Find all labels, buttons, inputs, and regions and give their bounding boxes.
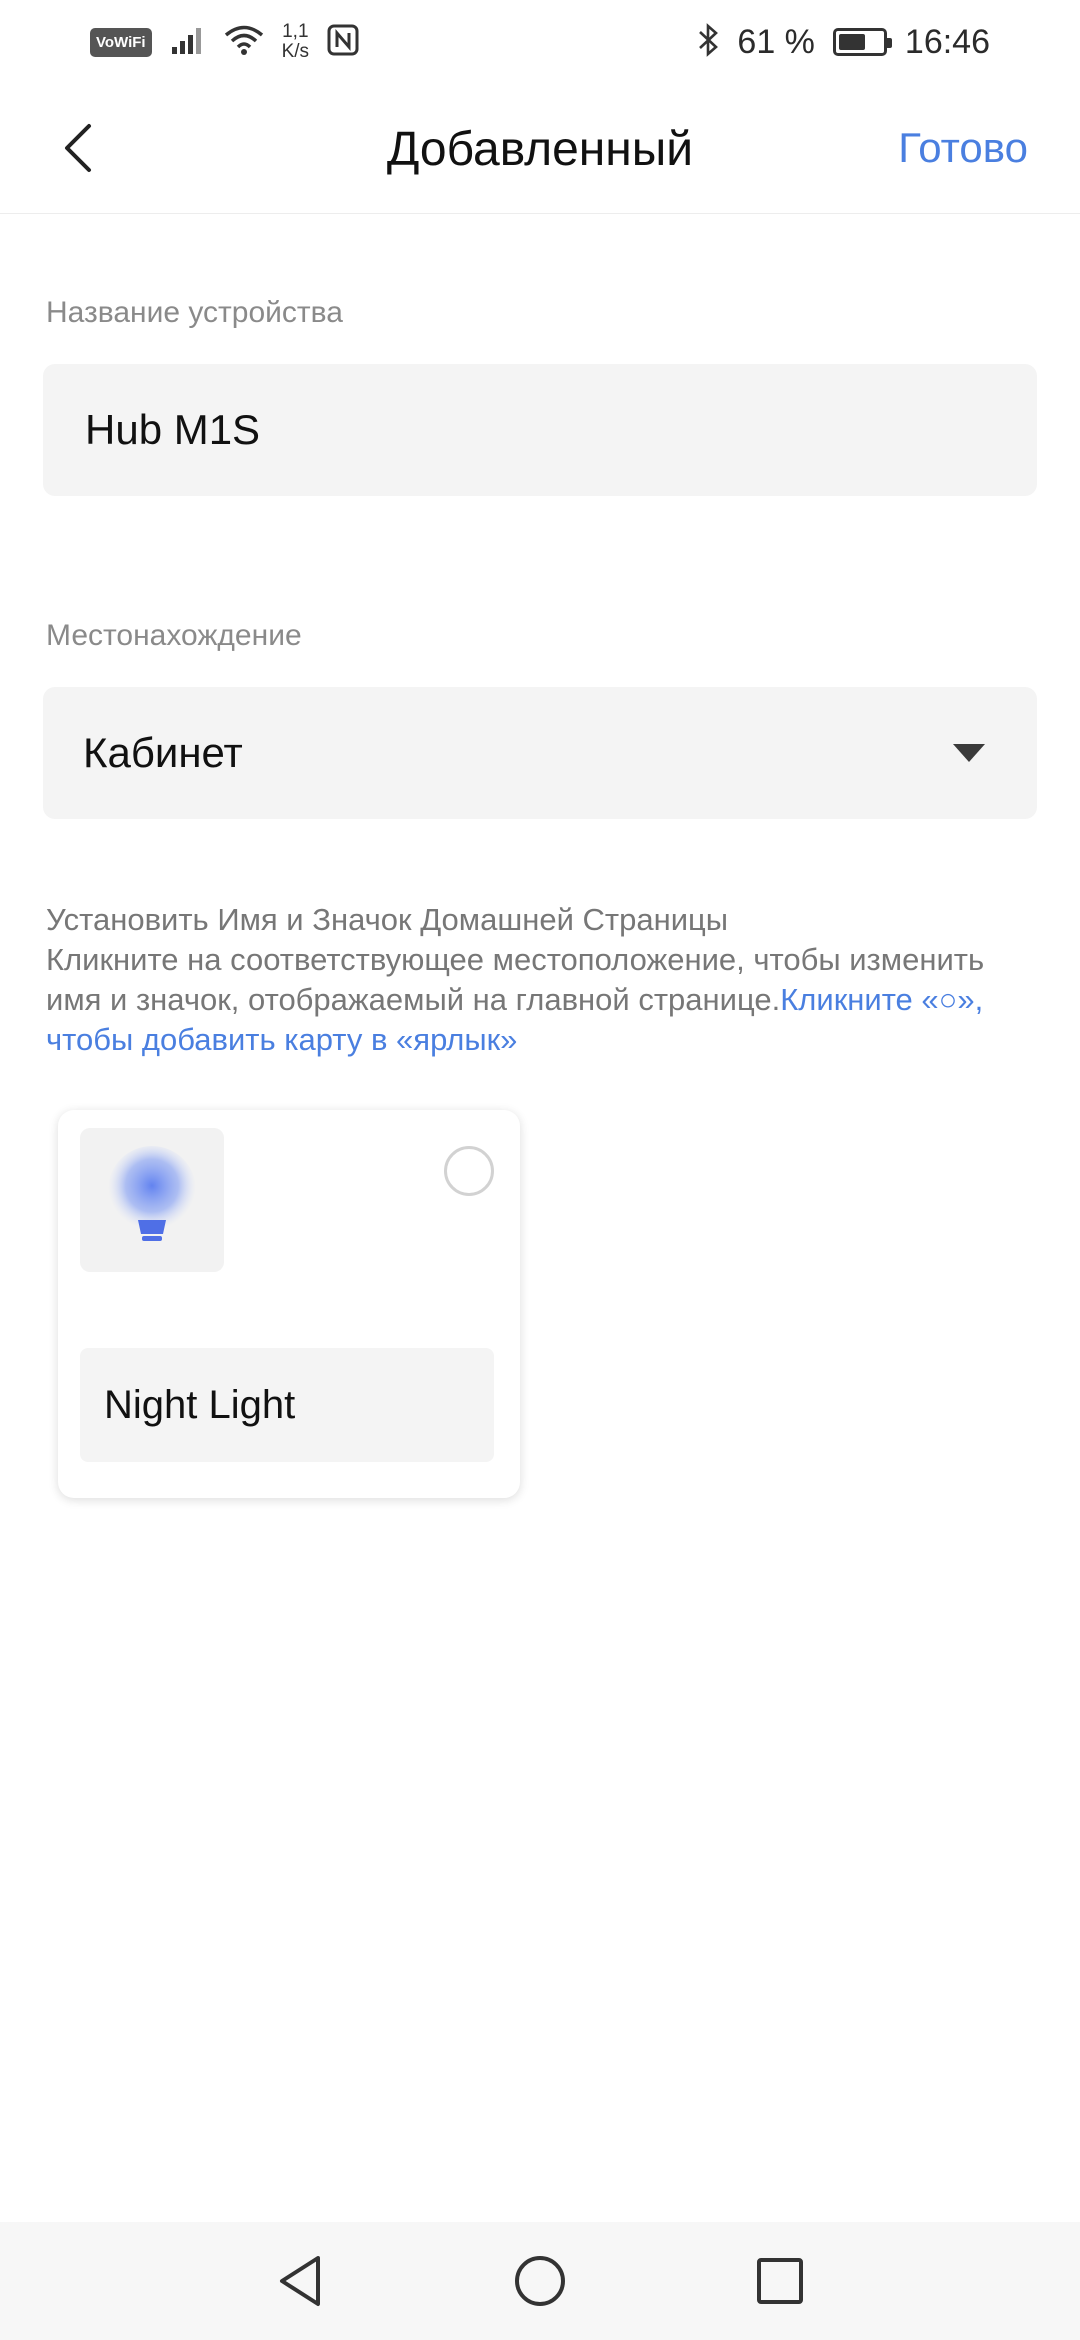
status-bar: VoWiFi 1,1 K/s 61 % 16:46 bbox=[0, 0, 1080, 84]
status-left: VoWiFi 1,1 K/s bbox=[90, 22, 359, 62]
device-name-value: Hub M1S bbox=[85, 406, 261, 453]
done-button[interactable]: Готово bbox=[898, 124, 1028, 172]
speed-value: 1,1 bbox=[282, 21, 309, 42]
battery-icon bbox=[832, 28, 892, 56]
wifi-icon bbox=[224, 24, 264, 61]
card-icon-button[interactable] bbox=[80, 1128, 224, 1272]
battery-level bbox=[838, 34, 865, 50]
device-name-label: Название устройства bbox=[46, 296, 343, 329]
nfc-icon bbox=[327, 24, 359, 61]
location-dropdown[interactable]: Кабинет bbox=[43, 687, 1037, 819]
card-name-field[interactable]: Night Light bbox=[80, 1348, 494, 1462]
home-page-info: Установить Имя и Значок Домашней Страниц… bbox=[46, 900, 1046, 1060]
nav-back-button[interactable] bbox=[270, 2251, 330, 2311]
location-value: Кабинет bbox=[83, 729, 243, 776]
caret-down-icon bbox=[953, 744, 985, 762]
bluetooth-icon bbox=[697, 22, 719, 62]
nav-recents-button[interactable] bbox=[750, 2251, 810, 2311]
location-label: Местонахождение bbox=[46, 619, 302, 652]
system-nav-bar bbox=[0, 2222, 1080, 2340]
nav-home-button[interactable] bbox=[510, 2251, 570, 2311]
card-name: Night Light bbox=[104, 1382, 296, 1427]
triangle-back-icon bbox=[280, 2256, 320, 2306]
vowifi-badge: VoWiFi bbox=[90, 27, 152, 57]
square-recents-icon bbox=[757, 2258, 803, 2304]
network-speed: 1,1 K/s bbox=[282, 22, 309, 62]
battery-percent: 61 % bbox=[737, 22, 815, 61]
device-name-field[interactable]: Hub M1S bbox=[43, 364, 1037, 496]
circle-home-icon bbox=[515, 2256, 565, 2306]
select-radio[interactable] bbox=[444, 1146, 494, 1196]
clock: 16:46 bbox=[904, 22, 990, 61]
signal-icon bbox=[170, 25, 206, 60]
light-bulb-icon bbox=[108, 1146, 196, 1241]
app-header: Добавленный Готово bbox=[0, 84, 1080, 214]
info-title: Установить Имя и Значок Домашней Страниц… bbox=[46, 902, 729, 937]
speed-unit: K/s bbox=[281, 41, 310, 62]
device-card[interactable]: Night Light bbox=[58, 1110, 520, 1498]
status-right: 61 % 16:46 bbox=[697, 23, 990, 62]
